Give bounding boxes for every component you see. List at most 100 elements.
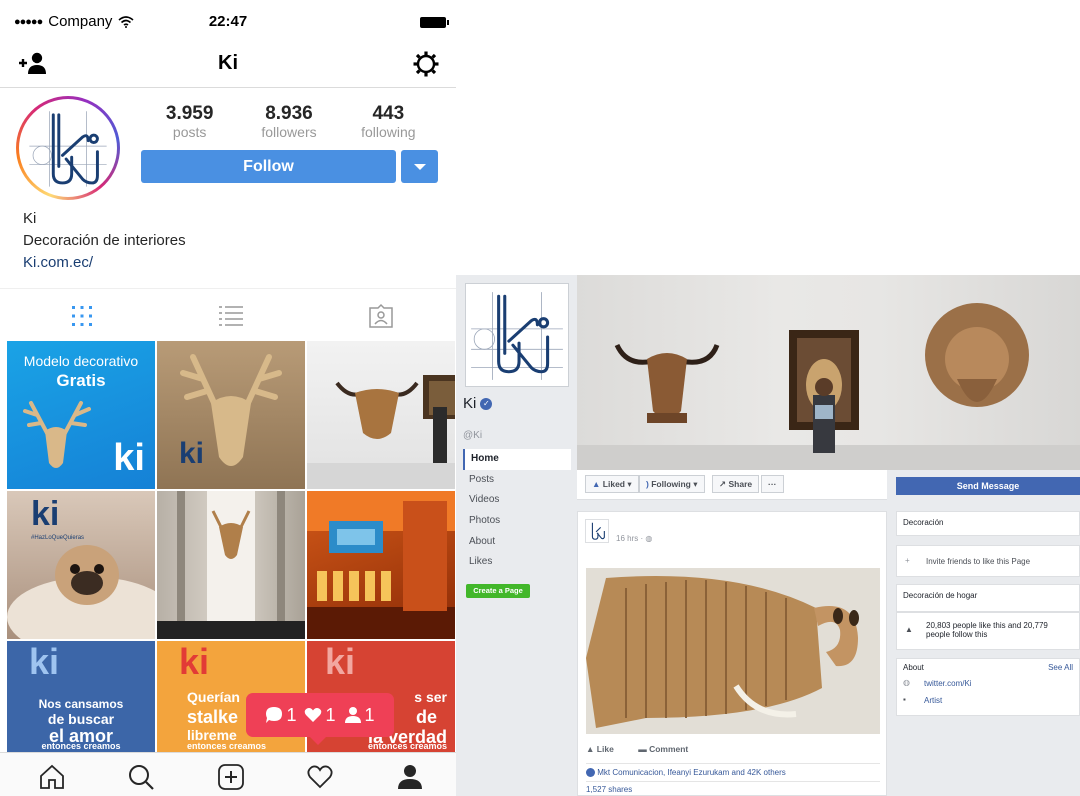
page-nav-about[interactable]: About <box>463 532 571 553</box>
artist-category-row[interactable]: ▪ Artist <box>897 691 1079 710</box>
post-reactions[interactable]: Mkt Comunicacion, Ifeanyi Ezurukam and 4… <box>586 763 880 779</box>
bottom-navigation <box>0 752 456 796</box>
bio-link[interactable]: Ki.com.ec/ <box>23 252 186 274</box>
ki-brand-mark: ki <box>31 495 60 533</box>
home-icon[interactable] <box>38 763 66 791</box>
post-image[interactable] <box>586 568 880 734</box>
suggested-dropdown-button[interactable] <box>401 150 438 183</box>
share-button[interactable]: ↗ Share <box>712 475 760 493</box>
clock: 22:47 <box>208 13 248 30</box>
like-action[interactable]: ▲ Like <box>586 744 616 754</box>
post-thumbnail[interactable]: ki <box>157 341 305 489</box>
twitter-link: twitter.com/Ki <box>924 679 972 688</box>
gallery-bull-icon <box>307 375 455 489</box>
profile-avatar[interactable] <box>16 96 120 200</box>
activity-notification-bubble[interactable]: 1 1 1 <box>246 693 394 745</box>
verified-badge-icon: ✓ <box>480 397 493 410</box>
search-icon[interactable] <box>127 763 155 791</box>
profile-view-tabs <box>0 288 456 340</box>
comment-action[interactable]: ▬ Comment <box>638 744 688 754</box>
post-shares[interactable]: 1,527 shares <box>586 781 880 794</box>
page-action-bar: ▲ Liked ▾ ) Following ▾ ↗ Share ··· <box>577 470 887 500</box>
profile-icon[interactable] <box>396 763 424 791</box>
post-thumbnail[interactable] <box>307 341 455 489</box>
posts-grid: Modelo decorativo Gratis ki ki ki #HazLo… <box>7 341 456 789</box>
following-label: following <box>361 124 416 140</box>
page-left-column: Ki ✓ @Ki Home Posts Videos Photos About … <box>456 275 577 796</box>
more-options-button[interactable]: ··· <box>761 475 784 493</box>
category2-label[interactable]: Decoración de hogar <box>897 585 1079 606</box>
tagged-photos-icon[interactable] <box>368 303 394 329</box>
post-caption: s ser <box>414 689 447 705</box>
profile-bio: Ki Decoración de interiores Ki.com.ec/ <box>23 208 186 274</box>
activity-heart-icon[interactable] <box>306 763 334 791</box>
post-timestamp[interactable]: 16 hrs · ◍ <box>616 534 652 543</box>
followers-count[interactable]: 8.936 followers <box>244 103 334 141</box>
briefcase-icon: ▪ <box>903 695 906 704</box>
post-thumbnail[interactable] <box>157 491 305 639</box>
follows-count: 1 <box>364 704 375 725</box>
post-caption: Gratis <box>56 371 106 390</box>
follows-notification: 1 <box>344 705 375 726</box>
twitter-link-row[interactable]: ◍ twitter.com/Ki <box>897 676 1079 691</box>
post-author-avatar[interactable] <box>585 519 609 543</box>
post-thumbnail[interactable]: Modelo decorativo Gratis ki <box>7 341 155 489</box>
profile-username: Ki <box>218 52 238 74</box>
post-caption: de buscar <box>47 711 115 727</box>
post-caption: Nos cansamos <box>38 697 124 711</box>
likes-count: 1 <box>325 704 336 725</box>
page-profile-picture[interactable] <box>465 283 569 387</box>
liked-label: Liked <box>602 479 625 489</box>
share-arrow-icon: ↗ <box>719 479 727 489</box>
list-view-icon[interactable] <box>218 303 244 329</box>
person-icon <box>344 707 361 723</box>
ki-brand-mark: ki <box>113 437 145 479</box>
create-page-button[interactable]: Create a Page <box>466 584 530 598</box>
about-label: About <box>903 663 924 672</box>
posts-count[interactable]: 3.959 posts <box>145 104 235 141</box>
ki-brand-mark: ki <box>179 437 205 470</box>
comments-count: 1 <box>286 704 297 725</box>
cover-photo[interactable] <box>577 275 1080 470</box>
see-all-link[interactable]: See All <box>1048 663 1073 672</box>
following-button[interactable]: ) Following ▾ <box>639 475 705 493</box>
liked-button[interactable]: ▲ Liked ▾ <box>585 475 639 493</box>
comments-notification: 1 <box>265 705 296 726</box>
cover-gallery-icon <box>577 303 1080 470</box>
page-nav-home[interactable]: Home <box>463 449 571 470</box>
follow-button[interactable]: Follow <box>141 150 396 183</box>
page-nav-likes[interactable]: Likes <box>463 552 571 573</box>
like-label: Like <box>596 744 614 754</box>
profile-header: Ki <box>0 44 456 88</box>
post-caption: entonces creamos <box>367 741 447 751</box>
post-caption: stalke <box>187 707 239 727</box>
page-nav-posts[interactable]: Posts <box>463 470 571 491</box>
page-handle[interactable]: @Ki <box>463 430 482 441</box>
comment-bubble-icon <box>266 707 283 723</box>
category-label[interactable]: Decoración <box>897 512 1079 533</box>
send-message-button[interactable]: Send Message <box>896 477 1080 495</box>
artist-link: Artist <box>924 696 943 705</box>
grid-view-icon[interactable] <box>69 303 95 329</box>
gear-icon[interactable] <box>412 50 440 78</box>
likes-text: 20,803 people like this and 20,779 peopl… <box>926 621 1048 639</box>
category2-box: Decoración de hogar <box>896 584 1080 612</box>
about-header: About See All <box>897 659 1079 676</box>
add-post-icon[interactable] <box>217 763 245 791</box>
post-thumbnail[interactable] <box>307 491 455 639</box>
posts-label: posts <box>172 124 207 140</box>
page-name[interactable]: Ki ✓ <box>463 395 493 412</box>
category-box: Decoración <box>896 511 1080 536</box>
ki-brand-mark: ki <box>179 641 210 682</box>
ki-brand-mark: ki <box>325 641 356 682</box>
page-nav-videos[interactable]: Videos <box>463 490 571 511</box>
followers-value: 8.936 <box>265 103 313 124</box>
following-count[interactable]: 443 following <box>343 104 433 141</box>
invite-friends-link[interactable]: + Invite friends to like this Page <box>897 546 1079 571</box>
heart-icon <box>305 708 322 722</box>
post-thumbnail[interactable]: ki #HazLoQueQuieras <box>7 491 155 639</box>
rss-icon: ) <box>646 479 649 489</box>
restaurant-photo-icon <box>307 491 455 639</box>
thumbs-up-icon: ▲ <box>905 624 913 634</box>
page-nav-photos[interactable]: Photos <box>463 511 571 532</box>
